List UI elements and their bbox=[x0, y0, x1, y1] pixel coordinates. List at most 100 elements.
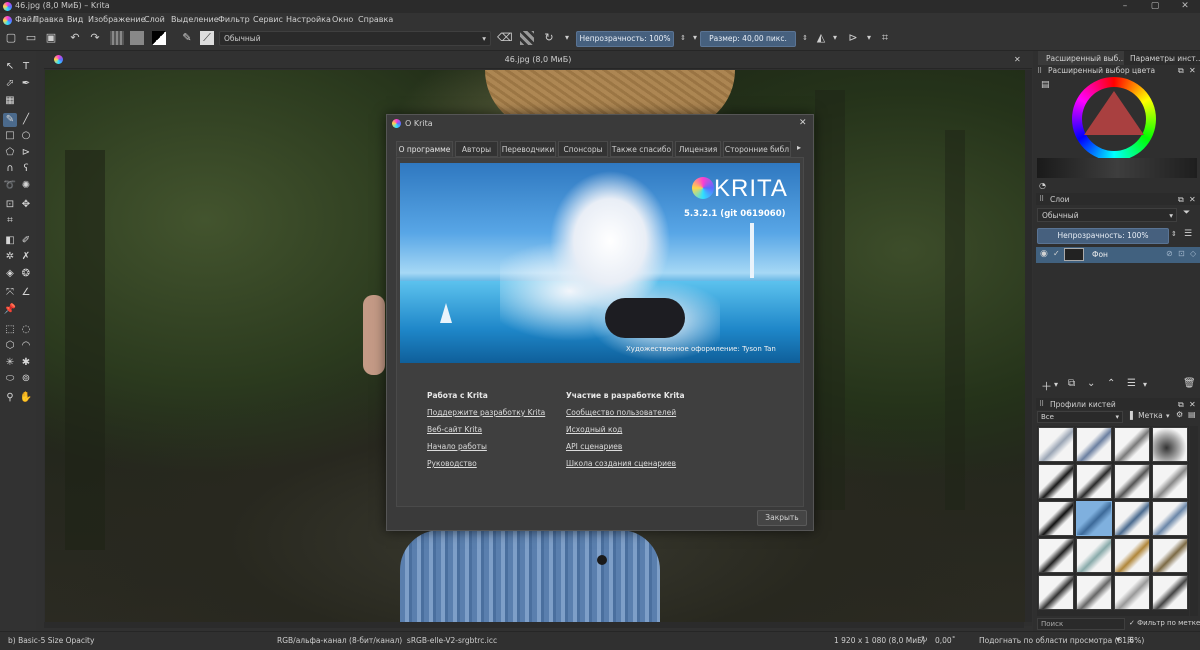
alpha-lock-icon[interactable] bbox=[520, 31, 534, 45]
brush-preset-item[interactable] bbox=[1152, 427, 1188, 462]
brush-tag-filter-select[interactable]: Все ▾ bbox=[1037, 411, 1123, 423]
brush-preset-item[interactable] bbox=[1152, 501, 1188, 536]
smart-patch-tool-icon[interactable]: ✗ bbox=[19, 250, 33, 264]
polyline-tool-icon[interactable]: ⊳ bbox=[19, 146, 33, 160]
menu-help[interactable]: Справка bbox=[358, 15, 393, 24]
gradient-swatch-icon[interactable] bbox=[110, 31, 124, 45]
edit-shapes-tool-icon[interactable]: ⬀ bbox=[3, 77, 17, 91]
eraser-icon[interactable]: ⌫ bbox=[497, 31, 513, 45]
close-document-button[interactable]: ✕ bbox=[1014, 55, 1021, 64]
menu-tools[interactable]: Сервис bbox=[253, 15, 283, 24]
delete-layer-icon[interactable]: 🗑 bbox=[1183, 378, 1196, 389]
select-shapes-tool-icon[interactable]: ↖ bbox=[3, 60, 17, 74]
magnetic-select-tool-icon[interactable]: ⊚ bbox=[19, 372, 33, 386]
layer-properties-icon[interactable]: ☰ bbox=[1127, 378, 1136, 389]
eye-icon[interactable]: ◉ bbox=[1040, 249, 1048, 259]
brush-preset-item[interactable] bbox=[1076, 464, 1112, 499]
alpha-lock-icon[interactable]: ⊡ bbox=[1178, 249, 1185, 258]
close-panel-icon[interactable]: ✕ bbox=[1189, 66, 1196, 75]
brush-view-icon[interactable]: ▤ bbox=[1188, 410, 1196, 419]
color-triangle[interactable] bbox=[1084, 91, 1144, 135]
freehand-select-tool-icon[interactable]: ◠ bbox=[19, 339, 33, 353]
current-brush-icon[interactable]: ⟋ bbox=[200, 31, 214, 45]
size-slider[interactable]: Размер: 40,00 пикс. bbox=[700, 31, 796, 47]
duplicate-layer-icon[interactable]: ⧉ bbox=[1068, 378, 1075, 389]
chevron-down-icon[interactable]: ▾ bbox=[828, 31, 842, 45]
crop-tool-icon[interactable]: ⌗ bbox=[3, 214, 17, 228]
polygon-select-tool-icon[interactable]: ⬡ bbox=[3, 339, 17, 353]
document-tab[interactable]: 46.jpg (8,0 МиБ) ✕ bbox=[44, 51, 1032, 69]
undo-icon[interactable]: ↶ bbox=[68, 31, 82, 45]
enclose-fill-tool-icon[interactable]: ❂ bbox=[19, 267, 33, 281]
tab-about[interactable]: О программе bbox=[396, 141, 453, 157]
opacity-slider[interactable]: Непрозрачность: 100% bbox=[576, 31, 674, 47]
minimize-button[interactable]: – bbox=[1110, 0, 1140, 13]
chevron-down-icon[interactable]: ▾ bbox=[862, 31, 876, 45]
brush-preset-item[interactable] bbox=[1114, 538, 1150, 573]
tab-scroll-right-icon[interactable]: ▸ bbox=[797, 143, 801, 152]
mirror-vertical-icon[interactable]: ⊳ bbox=[846, 31, 860, 45]
close-button[interactable]: Закрыть bbox=[757, 510, 807, 526]
brush-preset-item[interactable] bbox=[1076, 575, 1112, 610]
bezier-tool-icon[interactable]: ∩ bbox=[3, 162, 17, 176]
similar-select-tool-icon[interactable]: ✱ bbox=[19, 356, 33, 370]
freehand-brush-tool-icon[interactable]: ✎ bbox=[3, 113, 17, 127]
lock-icon[interactable]: ⊘ bbox=[1166, 249, 1173, 258]
float-panel-icon[interactable]: ⧉ bbox=[1178, 400, 1184, 410]
layer-row[interactable]: ◉ ✓ Фон ⊘ ⊡ ◇ bbox=[1036, 247, 1200, 263]
transform-tool-icon[interactable]: ⊡ bbox=[3, 198, 17, 212]
filter-layers-icon[interactable]: ⏷ bbox=[1183, 208, 1190, 218]
reference-images-tool-icon[interactable]: 📌 bbox=[3, 303, 17, 317]
horizontal-scrollbar[interactable] bbox=[44, 622, 1024, 628]
ellipse-select-tool-icon[interactable]: ◌ bbox=[19, 323, 33, 337]
move-tool-icon[interactable]: ✥ bbox=[19, 198, 33, 212]
dock-tab-tool-options[interactable]: Параметры инст... bbox=[1126, 51, 1200, 65]
freehand-path-tool-icon[interactable]: ʕ bbox=[19, 162, 33, 176]
assistant-align-tool-icon[interactable]: ⤧ bbox=[3, 286, 17, 300]
open-document-icon[interactable]: ▭ bbox=[24, 31, 38, 45]
chevron-down-icon[interactable]: ▾ bbox=[1054, 380, 1058, 389]
brush-preset-item[interactable] bbox=[1152, 575, 1188, 610]
menu-settings[interactable]: Настройка bbox=[286, 15, 331, 24]
tab-translators[interactable]: Переводчики bbox=[500, 141, 556, 157]
layer-name[interactable]: Фон bbox=[1092, 250, 1108, 259]
scripting-api-link[interactable]: API сценариев bbox=[566, 442, 622, 451]
pattern-swatch-icon[interactable] bbox=[130, 31, 144, 45]
brush-preset-item[interactable] bbox=[1076, 538, 1112, 573]
brush-preset-item[interactable] bbox=[1152, 464, 1188, 499]
color-picker-tool-icon[interactable]: ✐ bbox=[19, 234, 33, 248]
menu-edit[interactable]: Правка bbox=[33, 15, 63, 24]
gradient-tool-icon[interactable]: ◧ bbox=[3, 234, 17, 248]
brush-search-input[interactable]: Поиск bbox=[1037, 618, 1125, 630]
text-tool-icon[interactable]: T bbox=[19, 60, 33, 74]
menu-layer[interactable]: Слой bbox=[144, 15, 165, 24]
layer-menu-icon[interactable]: ☰ bbox=[1184, 229, 1192, 239]
color-wheel[interactable] bbox=[1072, 77, 1156, 161]
menu-filter[interactable]: Фильтр bbox=[218, 15, 250, 24]
inherit-alpha-icon[interactable]: ◇ bbox=[1190, 249, 1196, 258]
multibrush-tool-icon[interactable]: ✺ bbox=[19, 179, 33, 193]
brush-preset-item[interactable] bbox=[1114, 427, 1150, 462]
bezier-select-tool-icon[interactable]: ⬭ bbox=[3, 372, 17, 386]
tab-authors[interactable]: Авторы bbox=[455, 141, 498, 157]
brush-preset-item[interactable] bbox=[1038, 501, 1074, 536]
layer-opacity-slider[interactable]: Непрозрачность: 100% bbox=[1037, 228, 1169, 244]
maximize-button[interactable]: ▢ bbox=[1140, 0, 1170, 13]
close-window-button[interactable]: ✕ bbox=[1170, 0, 1200, 13]
close-panel-icon[interactable]: ✕ bbox=[1189, 195, 1196, 204]
tab-license[interactable]: Лицензия bbox=[675, 141, 721, 157]
save-icon[interactable]: ▣ bbox=[44, 31, 58, 45]
brush-preset-item-selected[interactable] bbox=[1076, 501, 1112, 536]
reset-color-icon[interactable]: ◔ bbox=[1039, 181, 1046, 190]
colorize-mask-tool-icon[interactable]: ✲ bbox=[3, 250, 17, 264]
checkbox-icon[interactable]: ✓ bbox=[1053, 249, 1060, 258]
calligraphy-tool-icon[interactable]: ✒ bbox=[19, 77, 33, 91]
source-code-link[interactable]: Исходный код bbox=[566, 425, 622, 434]
tab-third-party[interactable]: Сторонние библ bbox=[723, 141, 791, 157]
opacity-stepper-icon[interactable]: ⇕ bbox=[1171, 230, 1177, 238]
brush-preset-item[interactable] bbox=[1038, 575, 1074, 610]
wrap-around-icon[interactable]: ⌗ bbox=[878, 31, 892, 45]
fg-bg-color-icon[interactable] bbox=[152, 31, 166, 45]
brush-settings-icon[interactable]: ⚙ bbox=[1176, 410, 1183, 419]
reload-preset-icon[interactable]: ↻ bbox=[542, 31, 556, 45]
